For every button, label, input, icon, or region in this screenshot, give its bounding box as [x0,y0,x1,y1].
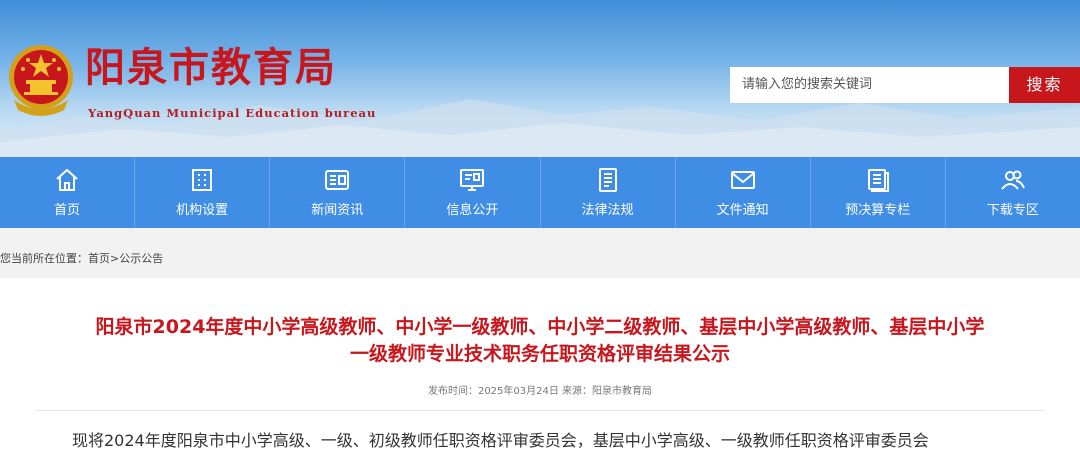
nav-item-laws[interactable]: 法律法规 [541,157,676,228]
article-panel: 阳泉市2024年度中小学高级教师、中小学一级教师、中小学二级教师、基层中小学高级… [0,278,1080,451]
nav-label: 机构设置 [176,203,229,218]
nav-label: 信息公开 [446,203,499,218]
breadcrumb-home-link[interactable]: 首页 [88,252,110,265]
article-title-line-2: 一级教师专业技术职务任职资格评审结果公示 [349,343,730,365]
info-board-icon [460,169,485,191]
building-icon [192,169,213,191]
nav-item-organization[interactable]: 机构设置 [135,157,271,228]
breadcrumb-current-link[interactable]: 公示公告 [119,252,163,265]
budget-icon [867,169,889,192]
nav-item-budget[interactable]: 预决算专栏 [811,157,946,228]
nav-label: 首页 [54,203,81,218]
nav-item-home[interactable]: 首页 [0,157,136,228]
national-emblem-icon [9,45,73,116]
breadcrumb: 您当前所在位置：首页>公示公告 [0,250,163,266]
mail-icon [730,171,755,189]
nav-item-news[interactable]: 新闻资讯 [270,157,406,228]
site-subtitle: YangQuan Municipal Education bureau [88,106,377,120]
header-banner: 阳泉市教育局 YangQuan Municipal Education bure… [0,0,1080,157]
breadcrumb-prefix: 您当前所在位置： [0,252,88,265]
nav-label: 新闻资讯 [311,203,364,218]
nav-label: 预决算专栏 [845,203,911,218]
nav-item-notices[interactable]: 文件通知 [676,157,811,228]
divider [36,410,1044,411]
article-title: 阳泉市2024年度中小学高级教师、中小学一级教师、中小学二级教师、基层中小学高级… [30,314,1050,368]
main-nav: 首页 机构设置 新闻资讯 信息公开 法律法规 文件通知 预决算专栏 下载专区 [0,157,1080,228]
search-button[interactable]: 搜索 [1009,67,1080,103]
nav-label: 法律法规 [581,203,634,218]
home-icon [56,168,78,191]
site-title: 阳泉市教育局 [85,44,337,91]
law-document-icon [598,168,617,192]
nav-item-info-disclosure[interactable]: 信息公开 [405,157,541,228]
nav-item-downloads[interactable]: 下载专区 [946,157,1080,228]
article-meta: 发布时间：2025年03月24日 来源：阳泉市教育局 [427,386,653,397]
article-title-line-1: 阳泉市2024年度中小学高级教师、中小学一级教师、中小学二级教师、基层中小学高级… [95,316,985,338]
nav-label: 文件通知 [716,203,769,218]
article-body: 现将2024年度阳泉市中小学高级、一级、初级教师任职资格评审委员会，基层中小学高… [72,431,929,450]
breadcrumb-separator: > [110,252,120,265]
nav-label: 下载专区 [986,203,1039,218]
news-icon [325,170,350,190]
search-input[interactable]: 请输入您的搜索关键词 [730,67,1010,103]
users-icon [1001,170,1025,190]
